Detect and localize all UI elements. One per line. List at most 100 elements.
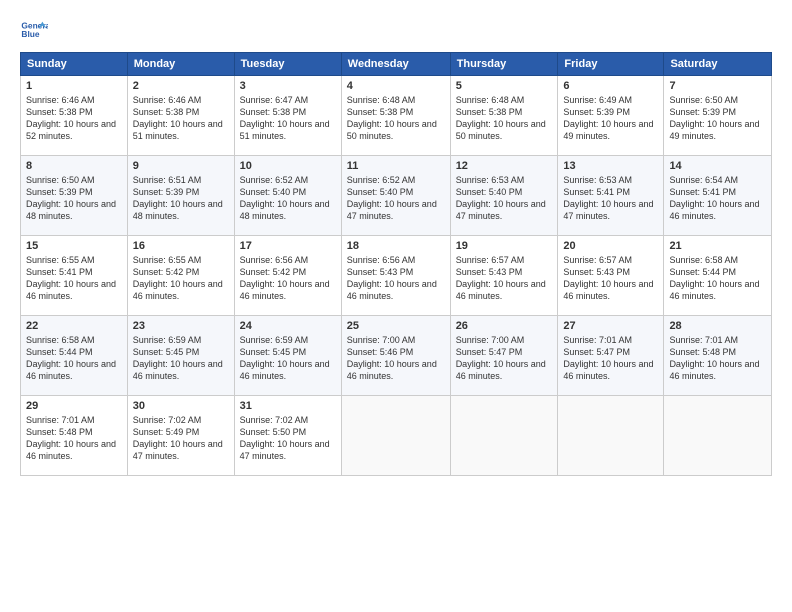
day-info: Sunrise: 6:50 AMSunset: 5:39 PMDaylight:… (669, 94, 766, 143)
day-number: 16 (133, 240, 229, 252)
calendar-cell: 25Sunrise: 7:00 AMSunset: 5:46 PMDayligh… (341, 316, 450, 396)
day-header-wednesday: Wednesday (341, 53, 450, 76)
day-info: Sunrise: 6:51 AMSunset: 5:39 PMDaylight:… (133, 174, 229, 223)
calendar-cell: 26 Sunrise: 7:00 AMSunset: 5:47 PMDayligh… (450, 316, 558, 396)
day-info: Sunrise: 7:00 AMSunset: 5:47 PMDaylight:… (456, 334, 553, 383)
day-number: 20 (563, 240, 658, 252)
logo: General Blue (20, 16, 48, 44)
day-info: Sunrise: 6:50 AMSunset: 5:39 PMDaylight:… (26, 174, 122, 223)
day-info: Sunrise: 6:59 AMSunset: 5:45 PMDaylight:… (240, 334, 336, 383)
calendar-cell: 17 Sunrise: 6:56 AMSunset: 5:42 PMDayligh… (234, 236, 341, 316)
day-number: 18 (347, 240, 445, 252)
day-number: 22 (26, 320, 122, 332)
day-info: Sunrise: 6:46 AMSunset: 5:38 PMDaylight:… (26, 94, 122, 143)
calendar-cell: 3Sunrise: 6:47 AMSunset: 5:38 PMDaylight… (234, 76, 341, 156)
calendar-cell: 29Sunrise: 7:01 AMSunset: 5:48 PMDayligh… (21, 396, 128, 476)
day-info: Sunrise: 6:57 AMSunset: 5:43 PMDaylight:… (563, 254, 658, 303)
day-info: Sunrise: 6:58 AMSunset: 5:44 PMDaylight:… (26, 334, 122, 383)
day-header-thursday: Thursday (450, 53, 558, 76)
day-header-monday: Monday (127, 53, 234, 76)
day-number: 15 (26, 240, 122, 252)
day-number: 26 (456, 320, 553, 332)
day-number: 8 (26, 160, 122, 172)
calendar-week-1: 1 Sunrise: 6:46 AMSunset: 5:38 PMDaylight… (21, 76, 772, 156)
day-info: Sunrise: 6:54 AMSunset: 5:41 PMDaylight:… (669, 174, 766, 223)
day-info: Sunrise: 6:56 AMSunset: 5:43 PMDaylight:… (347, 254, 445, 303)
calendar-cell: 18 Sunrise: 6:56 AMSunset: 5:43 PMDayligh… (341, 236, 450, 316)
calendar-cell: 27 Sunrise: 7:01 AMSunset: 5:47 PMDayligh… (558, 316, 664, 396)
day-info: Sunrise: 6:56 AMSunset: 5:42 PMDaylight:… (240, 254, 336, 303)
calendar-week-4: 22 Sunrise: 6:58 AMSunset: 5:44 PMDayligh… (21, 316, 772, 396)
day-info: Sunrise: 6:58 AMSunset: 5:44 PMDaylight:… (669, 254, 766, 303)
day-header-sunday: Sunday (21, 53, 128, 76)
calendar-cell: 19 Sunrise: 6:57 AMSunset: 5:43 PMDayligh… (450, 236, 558, 316)
day-number: 27 (563, 320, 658, 332)
day-number: 1 (26, 80, 122, 92)
day-number: 23 (133, 320, 229, 332)
calendar-cell (558, 396, 664, 476)
day-info: Sunrise: 7:02 AMSunset: 5:49 PMDaylight:… (133, 414, 229, 463)
calendar-cell: 13 Sunrise: 6:53 AMSunset: 5:41 PMDayligh… (558, 156, 664, 236)
calendar-cell: 28 Sunrise: 7:01 AMSunset: 5:48 PMDayligh… (664, 316, 772, 396)
calendar-cell: 4 Sunrise: 6:48 AMSunset: 5:38 PMDaylight… (341, 76, 450, 156)
day-info: Sunrise: 7:01 AMSunset: 5:48 PMDaylight:… (26, 414, 122, 463)
day-number: 11 (347, 160, 445, 172)
calendar-cell: 21 Sunrise: 6:58 AMSunset: 5:44 PMDayligh… (664, 236, 772, 316)
day-info: Sunrise: 6:55 AMSunset: 5:42 PMDaylight:… (133, 254, 229, 303)
day-number: 24 (240, 320, 336, 332)
calendar-cell: 22 Sunrise: 6:58 AMSunset: 5:44 PMDayligh… (21, 316, 128, 396)
day-info: Sunrise: 6:55 AMSunset: 5:41 PMDaylight:… (26, 254, 122, 303)
day-info: Sunrise: 6:53 AMSunset: 5:40 PMDaylight:… (456, 174, 553, 223)
calendar-cell: 5Sunrise: 6:48 AMSunset: 5:38 PMDaylight… (450, 76, 558, 156)
calendar-cell: 16 Sunrise: 6:55 AMSunset: 5:42 PMDayligh… (127, 236, 234, 316)
svg-text:Blue: Blue (21, 29, 39, 39)
day-info: Sunrise: 6:48 AMSunset: 5:38 PMDaylight:… (347, 94, 445, 143)
calendar-cell (341, 396, 450, 476)
day-info: Sunrise: 7:02 AMSunset: 5:50 PMDaylight:… (240, 414, 336, 463)
calendar-cell: 24 Sunrise: 6:59 AMSunset: 5:45 PMDayligh… (234, 316, 341, 396)
page: General Blue SundayMondayTuesdayWednesda… (0, 0, 792, 612)
calendar-cell: 12 Sunrise: 6:53 AMSunset: 5:40 PMDayligh… (450, 156, 558, 236)
calendar-cell: 10Sunrise: 6:52 AMSunset: 5:40 PMDayligh… (234, 156, 341, 236)
day-info: Sunrise: 7:01 AMSunset: 5:47 PMDaylight:… (563, 334, 658, 383)
calendar: SundayMondayTuesdayWednesdayThursdayFrid… (20, 52, 772, 476)
day-number: 28 (669, 320, 766, 332)
calendar-header-row: SundayMondayTuesdayWednesdayThursdayFrid… (21, 53, 772, 76)
calendar-cell: 20 Sunrise: 6:57 AMSunset: 5:43 PMDayligh… (558, 236, 664, 316)
calendar-week-5: 29Sunrise: 7:01 AMSunset: 5:48 PMDayligh… (21, 396, 772, 476)
day-number: 13 (563, 160, 658, 172)
calendar-cell: 11Sunrise: 6:52 AMSunset: 5:40 PMDayligh… (341, 156, 450, 236)
day-info: Sunrise: 6:46 AMSunset: 5:38 PMDaylight:… (133, 94, 229, 143)
day-number: 17 (240, 240, 336, 252)
day-number: 2 (133, 80, 229, 92)
calendar-cell: 2 Sunrise: 6:46 AMSunset: 5:38 PMDaylight… (127, 76, 234, 156)
day-number: 12 (456, 160, 553, 172)
day-number: 9 (133, 160, 229, 172)
calendar-cell: 31 Sunrise: 7:02 AMSunset: 5:50 PMDayligh… (234, 396, 341, 476)
day-number: 21 (669, 240, 766, 252)
calendar-cell: 6 Sunrise: 6:49 AMSunset: 5:39 PMDaylight… (558, 76, 664, 156)
day-info: Sunrise: 7:00 AMSunset: 5:46 PMDaylight:… (347, 334, 445, 383)
day-info: Sunrise: 6:49 AMSunset: 5:39 PMDaylight:… (563, 94, 658, 143)
day-number: 4 (347, 80, 445, 92)
calendar-cell: 9 Sunrise: 6:51 AMSunset: 5:39 PMDaylight… (127, 156, 234, 236)
day-number: 6 (563, 80, 658, 92)
day-info: Sunrise: 6:53 AMSunset: 5:41 PMDaylight:… (563, 174, 658, 223)
logo-icon: General Blue (20, 16, 48, 44)
day-number: 19 (456, 240, 553, 252)
day-info: Sunrise: 6:57 AMSunset: 5:43 PMDaylight:… (456, 254, 553, 303)
calendar-cell: 23Sunrise: 6:59 AMSunset: 5:45 PMDayligh… (127, 316, 234, 396)
day-number: 31 (240, 400, 336, 412)
day-number: 14 (669, 160, 766, 172)
header: General Blue (20, 16, 772, 44)
day-info: Sunrise: 7:01 AMSunset: 5:48 PMDaylight:… (669, 334, 766, 383)
calendar-cell: 8 Sunrise: 6:50 AMSunset: 5:39 PMDaylight… (21, 156, 128, 236)
calendar-week-2: 8 Sunrise: 6:50 AMSunset: 5:39 PMDaylight… (21, 156, 772, 236)
day-header-saturday: Saturday (664, 53, 772, 76)
day-number: 5 (456, 80, 553, 92)
calendar-cell (664, 396, 772, 476)
day-info: Sunrise: 6:52 AMSunset: 5:40 PMDaylight:… (240, 174, 336, 223)
day-header-friday: Friday (558, 53, 664, 76)
day-number: 7 (669, 80, 766, 92)
day-number: 3 (240, 80, 336, 92)
